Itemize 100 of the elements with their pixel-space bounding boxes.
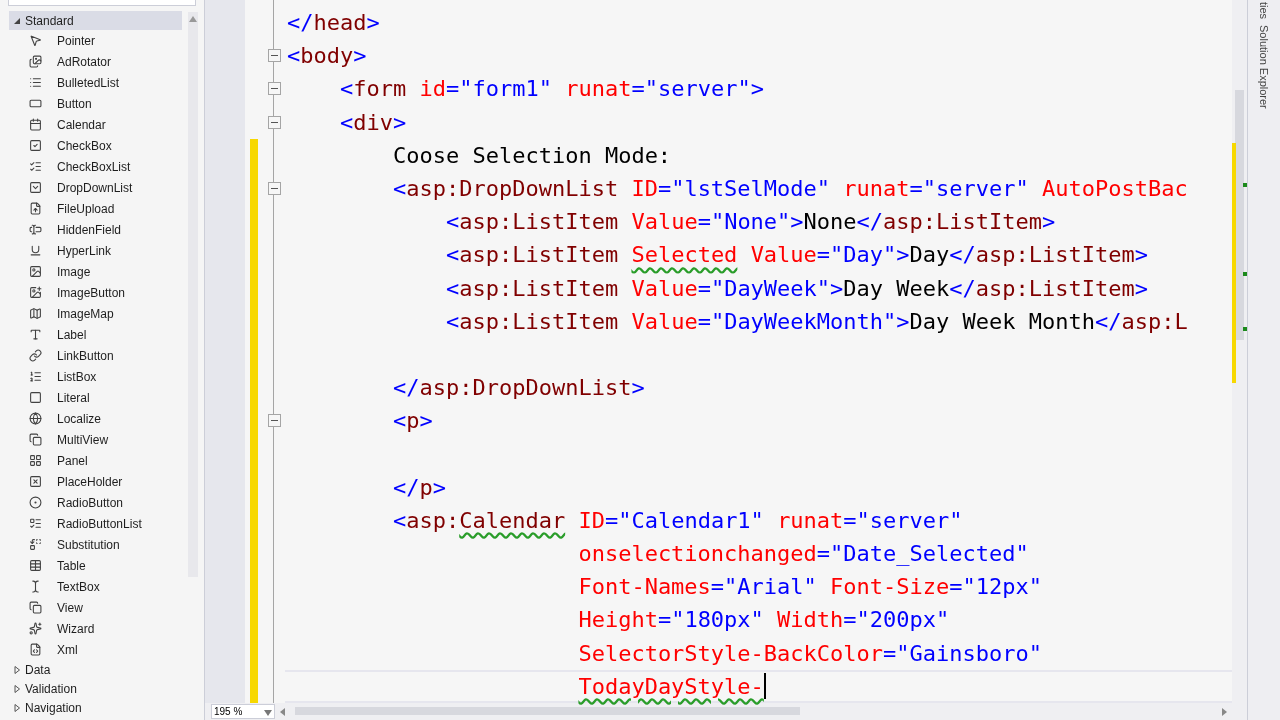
sparkles-icon [28, 622, 42, 635]
toolbox-item[interactable]: LinkButton [9, 345, 182, 366]
code-line: <asp:ListItem Selected Value="Day">Day</asp:ListItem> [444, 241, 1149, 270]
dropdown-icon [28, 181, 42, 194]
code-line: Coose Selection Mode: [391, 141, 672, 170]
toolbox-item[interactable]: MultiView [9, 429, 182, 450]
calendar-icon [28, 118, 42, 131]
toolbox-group[interactable]: Validation [9, 679, 182, 698]
scrollbar-thumb[interactable] [1235, 90, 1244, 340]
collapsed-icon [13, 684, 21, 693]
warning-marker [1243, 327, 1247, 331]
code-line: <asp:Calendar ID="Calendar1" runat="server" [391, 506, 963, 535]
side-tab[interactable]: ties [1257, 2, 1271, 20]
scrollbar[interactable] [188, 12, 198, 577]
toolbox-item[interactable]: Substitution [9, 534, 182, 555]
toolbox-item[interactable]: Table [9, 555, 182, 576]
code-line: </asp:DropDownList> [391, 374, 645, 403]
group-label: Data [25, 661, 51, 679]
toolbox-item[interactable]: AdRotator [9, 51, 182, 72]
placeholder-icon [28, 475, 42, 488]
collapse-icon[interactable] [268, 414, 281, 428]
toolbox-item[interactable]: TextBox [9, 576, 182, 597]
list-icon [28, 517, 42, 530]
globe-icon [28, 412, 42, 425]
list-icon [28, 76, 42, 89]
collapse-icon[interactable] [268, 182, 281, 196]
zoom-dropdown[interactable]: 195 % [211, 704, 275, 719]
side-tab[interactable]: Solution Explorer [1257, 25, 1271, 109]
toolbox-item[interactable]: DropDownList [9, 177, 182, 198]
images-icon [28, 55, 42, 68]
button-icon [28, 97, 42, 110]
toolbox-item[interactable]: ListBox [9, 366, 182, 387]
file-icon [28, 643, 42, 656]
toolbox-item[interactable]: Button [9, 93, 182, 114]
checklist-icon [28, 160, 42, 173]
toolbox-item[interactable]: View [9, 597, 182, 618]
code-line: <form id="form1" runat="server"> [339, 75, 764, 104]
square-icon [28, 391, 42, 404]
collapsed-icon [13, 665, 21, 674]
map-icon [28, 307, 42, 320]
code-line: Height="180px" Width="200px" [577, 606, 950, 635]
link-icon [28, 349, 42, 362]
code-line: <asp:ListItem Value="DayWeek">Day Week</asp:ListItem> [444, 274, 1148, 303]
radio-icon [28, 496, 42, 509]
toolbox-item[interactable]: Xml [9, 639, 182, 660]
left-arrow-icon [279, 707, 287, 716]
code-line: <p> [391, 407, 433, 436]
toolbox-item[interactable]: BulletedList [9, 72, 182, 93]
warning-marker [1243, 272, 1247, 276]
right-arrow-icon [1220, 707, 1228, 716]
grid-icon [28, 454, 42, 467]
image-icon [28, 286, 42, 299]
toolbox-group[interactable]: Data [9, 660, 182, 679]
toolbox-item[interactable]: CheckBoxList [9, 156, 182, 177]
toolbox-item[interactable]: Calendar [9, 114, 182, 135]
image-icon [28, 265, 42, 278]
toolbox-item[interactable]: Pointer [9, 30, 182, 51]
warning-marker [1243, 183, 1247, 187]
toolbox-item[interactable]: FileUpload [9, 198, 182, 219]
toolbox-item[interactable]: Label [9, 324, 182, 345]
group-label: Standard [25, 12, 74, 30]
collapse-icon[interactable] [268, 82, 281, 96]
code-line: </head> [287, 9, 380, 38]
collapsed-icon [13, 703, 21, 712]
toolbox-item[interactable]: Image [9, 261, 182, 282]
vertical-scrollbar[interactable] [1232, 0, 1247, 703]
pages-icon [28, 601, 42, 614]
underline-icon [28, 244, 42, 257]
collapse-icon[interactable] [268, 49, 281, 63]
toolbox-item[interactable]: PlaceHolder [9, 471, 182, 492]
code-line: <asp:ListItem Value="DayWeekMonth">Day Week Month</asp:L [444, 307, 1188, 336]
toolbox-group[interactable]: Navigation [9, 698, 182, 717]
code-line: TodayDayStyle- [577, 672, 764, 701]
toolbox-item[interactable]: Localize [9, 408, 182, 429]
caret-icon [264, 707, 272, 716]
code-line: Font-Names="Arial" Font-Size="12px" [577, 573, 1042, 602]
code-line: </p> [391, 473, 446, 502]
list-icon [28, 370, 42, 383]
group-label: Navigation [25, 699, 82, 717]
toolbox-item[interactable]: Literal [9, 387, 182, 408]
toolbox-item[interactable]: ImageButton [9, 282, 182, 303]
toolbox-item[interactable]: HiddenField [9, 219, 182, 240]
field-icon [28, 223, 42, 236]
code-line: <asp:ListItem Value="None">None</asp:ListItem> [444, 208, 1056, 237]
scrollbar-thumb[interactable] [295, 707, 800, 715]
swap-icon [28, 538, 42, 551]
pages-icon [28, 433, 42, 446]
toolbox-item[interactable]: ImageMap [9, 303, 182, 324]
checkbox-icon [28, 139, 42, 152]
toolbox-item[interactable]: Wizard [9, 618, 182, 639]
table-icon [28, 559, 42, 572]
toolbox-item[interactable]: RadioButtonList [9, 513, 182, 534]
code-line: SelectorStyle-BackColor="Gainsboro" [577, 639, 1042, 668]
toolbox-item[interactable]: CheckBox [9, 135, 182, 156]
text-cursor [763, 673, 766, 700]
toolbox-item[interactable]: HyperLink [9, 240, 182, 261]
toolbox-item[interactable]: Panel [9, 450, 182, 471]
toolbox-item[interactable]: RadioButton [9, 492, 182, 513]
toolbox-group[interactable]: Standard [9, 11, 182, 30]
collapse-icon[interactable] [268, 115, 281, 129]
